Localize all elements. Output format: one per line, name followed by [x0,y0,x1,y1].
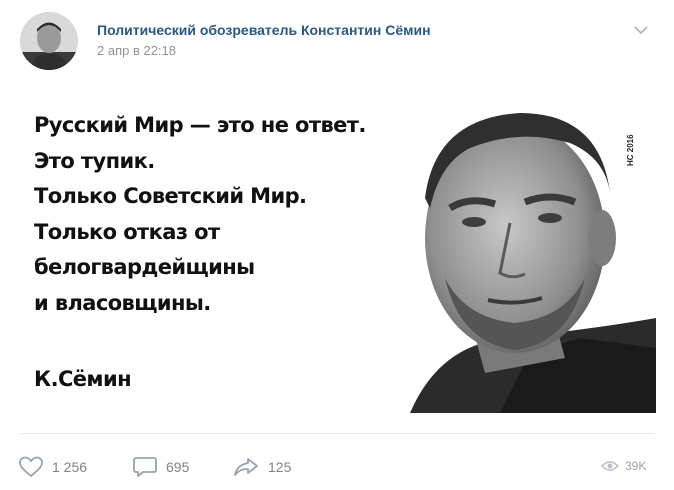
chevron-down-icon [634,26,648,35]
avatar-photo [20,12,78,70]
quote-line: Это тупик. [34,148,155,173]
wall-post: Политический обозреватель Константин Сём… [0,0,674,490]
quote-signature: К.Сёмин [34,367,132,391]
quote-text: Русский Мир — это не ответ. Это тупик. Т… [34,108,366,321]
comment-icon [133,457,157,477]
post-menu-button[interactable] [633,23,649,35]
post-divider [20,433,654,434]
like-count: 1 256 [52,459,88,475]
eye-icon [601,461,619,471]
views-counter: 39K [601,459,646,473]
quote-line: и власовщины. [34,290,211,315]
post-author-link[interactable]: Политический обозреватель Константин Сём… [97,22,431,38]
quote-line: Только Советский Мир. [34,184,307,208]
share-button[interactable]: 125 [232,455,291,479]
portrait-photo [410,113,656,413]
post-image[interactable]: Русский Мир — это не ответ. Это тупик. Т… [20,88,656,413]
avatar[interactable] [20,12,78,70]
quote-line: Только отказ от [34,219,220,244]
post-date[interactable]: 2 апр в 22:18 [97,43,176,58]
share-arrow-icon [234,458,258,476]
share-count: 125 [268,459,292,475]
like-button[interactable]: 1 256 [18,455,87,479]
quote-line: Русский Мир — это не ответ. [34,113,366,137]
heart-icon [19,456,43,478]
views-count: 39K [625,459,647,473]
comment-count: 695 [166,459,190,475]
quote-line: белогвардейщины [34,255,255,279]
comment-button[interactable]: 695 [132,455,189,479]
